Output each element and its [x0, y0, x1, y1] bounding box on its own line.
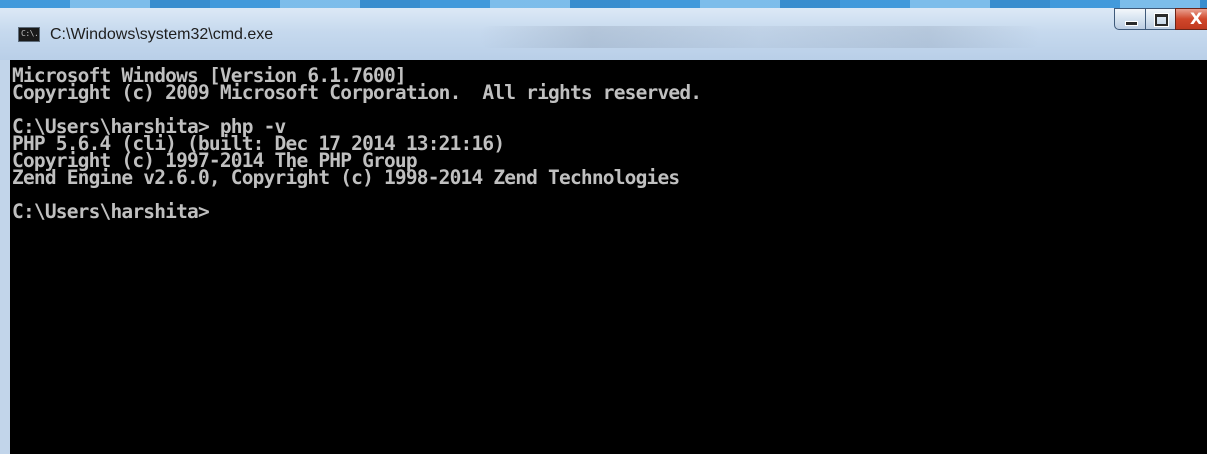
console-line: Zend Engine v2.6.0, Copyright (c) 1998-2… — [12, 166, 680, 189]
window-title: C:\Windows\system32\cmd.exe — [50, 26, 274, 43]
console-icon[interactable]: C:\. — [18, 27, 40, 42]
console-output: Microsoft Windows [Version 6.1.7600] Copy… — [12, 66, 702, 223]
maximize-icon — [1154, 13, 1169, 27]
minimize-icon — [1125, 21, 1138, 26]
close-icon: X — [1190, 9, 1203, 28]
title-bar[interactable]: C:\. C:\Windows\system32\cmd.exe X — [0, 8, 1207, 60]
close-button[interactable]: X — [1175, 8, 1207, 30]
title-bar-reflection — [480, 26, 1040, 48]
console-line: C:\Users\harshita> — [12, 200, 210, 223]
desktop-background-strip — [0, 0, 1207, 8]
maximize-button[interactable] — [1145, 8, 1176, 30]
cmd-window: C:\. C:\Windows\system32\cmd.exe X Micro… — [0, 0, 1207, 454]
minimize-button[interactable] — [1114, 8, 1146, 30]
console-icon-label: C:\. — [21, 29, 39, 38]
console-line: Copyright (c) 2009 Microsoft Corporation… — [12, 81, 702, 104]
console-area[interactable]: Microsoft Windows [Version 6.1.7600] Copy… — [0, 60, 1207, 454]
